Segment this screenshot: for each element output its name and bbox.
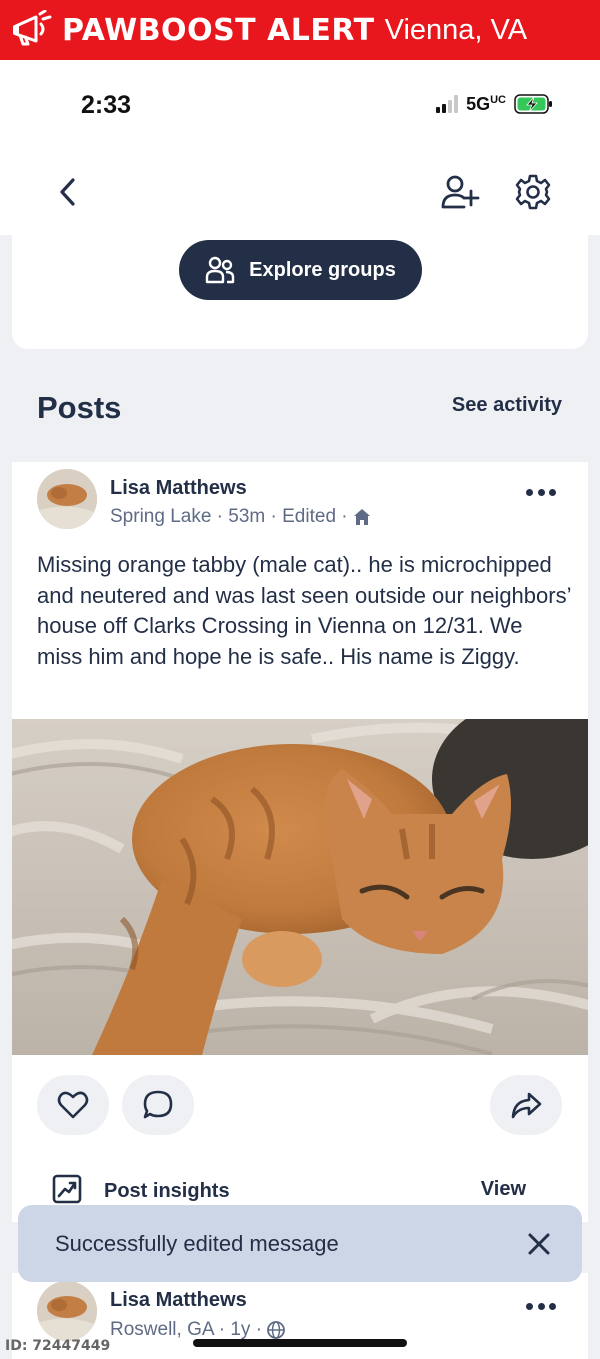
share-icon [511,1092,542,1119]
view-insights-link[interactable]: View [481,1178,526,1201]
post-author[interactable]: Lisa Matthews [110,477,247,500]
heart-icon [57,1091,89,1119]
explore-groups-button[interactable]: Explore groups [179,240,422,300]
home-indicator [193,1339,407,1347]
status-bar: 2:33 5GUC [0,60,600,150]
post-card: Lisa Matthews Spring Lake · 53m · Edited… [12,462,588,1222]
status-indicators: 5GUC [436,93,554,115]
toast-message: Successfully edited message [55,1230,339,1256]
see-activity-link[interactable]: See activity [452,394,562,417]
close-icon[interactable] [526,1231,552,1257]
post-meta-text: Roswell, GA · 1y · [110,1319,263,1340]
chevron-left-icon[interactable] [52,174,82,210]
avatar[interactable] [37,1281,97,1341]
like-button[interactable] [37,1075,109,1135]
comment-icon [143,1090,173,1119]
alert-banner: PAWBOOST ALERT Vienna, VA [0,0,600,60]
trending-chart-icon [52,1174,82,1204]
megaphone-icon [13,10,52,46]
alert-location: Vienna, VA [384,13,528,46]
post-author[interactable]: Lisa Matthews [110,1289,247,1312]
person-add-icon[interactable] [440,174,480,210]
post-insights-label: Post insights [104,1180,230,1202]
alert-brand: PAWBOOST ALERT [62,12,375,48]
globe-icon [267,1321,285,1339]
explore-groups-label: Explore groups [249,258,396,281]
signal-icon [436,95,459,113]
battery-icon [514,94,552,114]
network-label: 5GUC [466,93,506,114]
id-watermark: ID: 72447449 [5,1338,111,1354]
more-options-icon[interactable] [526,1303,556,1313]
share-button[interactable] [490,1075,562,1135]
gear-icon[interactable] [514,173,552,211]
people-icon [205,256,235,284]
more-options-icon[interactable] [526,489,556,499]
cat-photo[interactable] [12,719,588,1055]
home-icon [353,509,370,525]
post-body: Missing orange tabby (male cat).. he is … [37,552,571,669]
comment-button[interactable] [122,1075,194,1135]
post-meta-text: Spring Lake · 53m · Edited · [110,506,348,527]
status-time: 2:33 [81,91,132,119]
posts-heading: Posts [37,390,122,425]
groups-card: Explore groups [12,235,588,349]
post-meta: Spring Lake · 53m · Edited · [110,506,372,528]
avatar[interactable] [37,469,97,529]
top-nav [0,150,600,235]
success-toast: Successfully edited message [18,1205,582,1282]
post-meta: Roswell, GA · 1y · [110,1319,286,1341]
